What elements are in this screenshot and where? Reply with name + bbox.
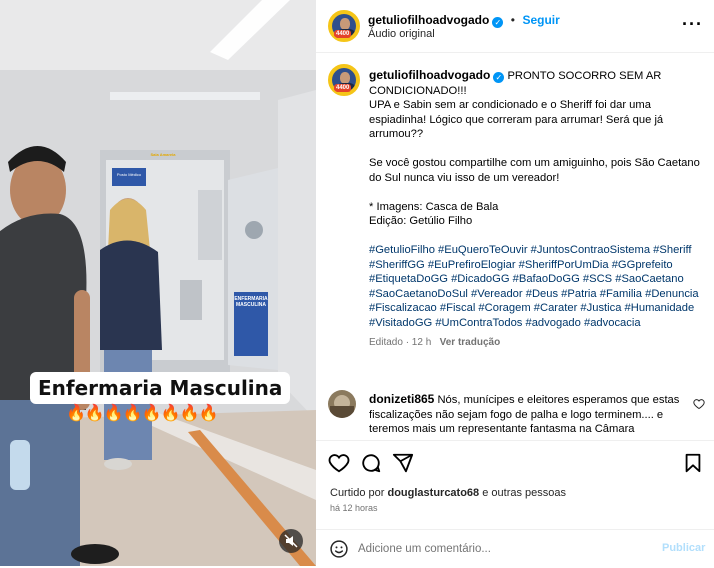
share-icon[interactable] [392,452,414,474]
heart-icon[interactable] [328,452,350,474]
heart-outline-icon[interactable] [693,398,705,410]
liked-by-suffix: e outras pessoas [479,487,567,499]
actions-bar: Curtido por douglasturcato68 e outras pe… [316,440,714,567]
commenter-avatar[interactable] [328,390,356,418]
bookmark-icon[interactable] [682,452,704,474]
more-horizontal-icon[interactable]: ··· [682,14,703,35]
add-comment-bar: Publicar [316,529,714,568]
verified-badge-icon: ✓ [493,72,505,83]
post-time-ago[interactable]: há 12 horas [330,503,378,513]
liked-by-prefix: Curtido por [330,487,388,499]
caption-avatar-badge: 4400 [334,84,352,92]
room-sign: Sala Amarela [150,152,176,157]
caption-meta: Editado · 12 h Ver tradução [369,336,704,351]
caption-body: PRONTO SOCORRO SEM AR CONDICIONADO!!! UP… [369,70,700,227]
author-username[interactable]: getuliofilhoadvogado [368,13,489,27]
wall-sign: Posto Médico [116,172,142,177]
post-header: 4400 getuliofilhoadvogado ✓ • Seguir Áudi… [316,0,714,53]
fire-emoji-row: 🔥🔥🔥🔥🔥🔥🔥🔥 [66,405,218,422]
separator-dot: • [510,13,515,27]
liked-by-text: Curtido por douglasturcato68 e outras pe… [330,487,566,499]
caption-hashtags[interactable]: #GetulioFilho #EuQueroTeOuvir #JuntosCon… [369,244,702,329]
caption-area: 4400 getuliofilhoadvogado ✓ PRONTO SOCORR… [316,60,714,440]
comment-icon[interactable] [360,452,382,474]
caption-username[interactable]: getuliofilhoadvogado [369,68,490,82]
comment-input[interactable] [358,539,638,559]
video-overlay-title: Enfermaria Masculina [30,372,291,404]
mute-button[interactable] [279,529,303,553]
comment-text-block: donizeti865 Nós, munícipes e eleitores e… [369,392,687,437]
publish-button[interactable]: Publicar [662,542,705,554]
emoji-smile-icon[interactable] [329,539,349,559]
author-avatar[interactable]: 4400 [328,10,360,42]
caption-avatar[interactable]: 4400 [328,64,360,96]
commenter-username[interactable]: donizeti865 [369,392,434,406]
door-sign: ENFERMARIA MASCULINA [234,296,268,308]
liked-by-user[interactable]: douglasturcato68 [387,487,479,499]
translate-link[interactable]: Ver tradução [440,337,501,348]
edited-timestamp: Editado · 12 h [369,337,432,348]
avatar-badge: 4400 [334,30,352,38]
verified-badge-icon: ✓ [492,17,504,28]
caption-text-block: getuliofilhoadvogado ✓ PRONTO SOCORRO SEM… [369,68,704,351]
reel-video[interactable]: ENFERMARIA MASCULINA Posto Médico Sala A… [0,0,316,566]
audio-link[interactable]: Áudio original [368,28,435,40]
video-frame [0,0,316,566]
speaker-muted-icon [284,534,298,548]
follow-button[interactable]: Seguir [522,13,559,27]
post-panel: 4400 getuliofilhoadvogado ✓ • Seguir Áudi… [316,0,714,566]
